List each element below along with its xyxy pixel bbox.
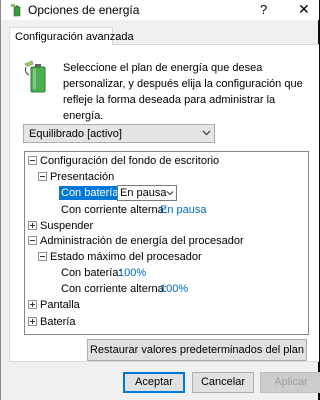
collapse-icon[interactable] [28, 236, 37, 245]
expand-icon[interactable] [28, 221, 37, 230]
tree-item-label: Batería [40, 316, 76, 328]
chevron-down-icon [166, 191, 174, 196]
power-plan-select[interactable]: Equilibrado [activo] [23, 124, 215, 143]
close-button[interactable]: ✕ [298, 1, 310, 18]
cpu-on-battery-value[interactable]: 100% [118, 265, 146, 281]
tree-item-label-selected: Con batería: [59, 186, 124, 200]
settings-tree[interactable]: Configuración del fondo de escritorio Pr… [24, 151, 309, 335]
on-battery-value: En pausa [120, 187, 167, 199]
tree-item-label: Con corriente alterna: [61, 204, 167, 216]
battery-plug-icon [24, 60, 46, 93]
expand-icon[interactable] [28, 317, 37, 326]
cpu-plugged-in-value[interactable]: 100% [160, 281, 188, 297]
collapse-icon[interactable] [38, 252, 47, 261]
tree-item-on-battery[interactable]: Con batería: En pausa [59, 185, 209, 201]
power-plan-value: Equilibrado [activo] [29, 128, 122, 140]
power-options-icon [11, 4, 21, 17]
power-options-dialog: Opciones de energía ? ✕ Configuración av… [0, 0, 320, 400]
collapse-icon[interactable] [38, 172, 47, 181]
tab-advanced-settings[interactable]: Configuración avanzada [9, 27, 134, 45]
expand-icon[interactable] [28, 300, 37, 309]
tree-item-label: Con batería: [61, 267, 122, 279]
apply-button[interactable]: Aplicar [260, 372, 320, 393]
collapse-icon[interactable] [28, 156, 37, 165]
title-bar[interactable]: Opciones de energía ? ✕ [1, 0, 319, 20]
intro-text: Seleccione el plan de energía que desea … [63, 62, 303, 122]
restore-defaults-button[interactable]: Restaurar valores predeterminados del pl… [87, 339, 307, 361]
accept-button[interactable]: Aceptar [123, 372, 185, 393]
cancel-button[interactable]: Cancelar [192, 372, 254, 393]
tree-item-label: Configuración del fondo de escritorio [40, 155, 220, 167]
plugged-in-value[interactable]: En pausa [160, 202, 206, 218]
tree-item-label: Administración de energía del procesador [40, 235, 244, 247]
tree-item-label: Presentación [50, 171, 115, 183]
tree-item-label: Estado máximo del procesador [50, 251, 202, 263]
tab-label: Configuración avanzada [15, 31, 134, 43]
help-button[interactable]: ? [260, 2, 267, 17]
tree-item-label: Con corriente alterna: [61, 283, 167, 295]
tree-item-label: Pantalla [40, 299, 80, 311]
chevron-down-icon [202, 130, 211, 136]
tree-item-label: Suspender [40, 220, 94, 232]
on-battery-value-select[interactable]: En pausa [117, 185, 177, 201]
window-title: Opciones de energía [28, 3, 140, 17]
